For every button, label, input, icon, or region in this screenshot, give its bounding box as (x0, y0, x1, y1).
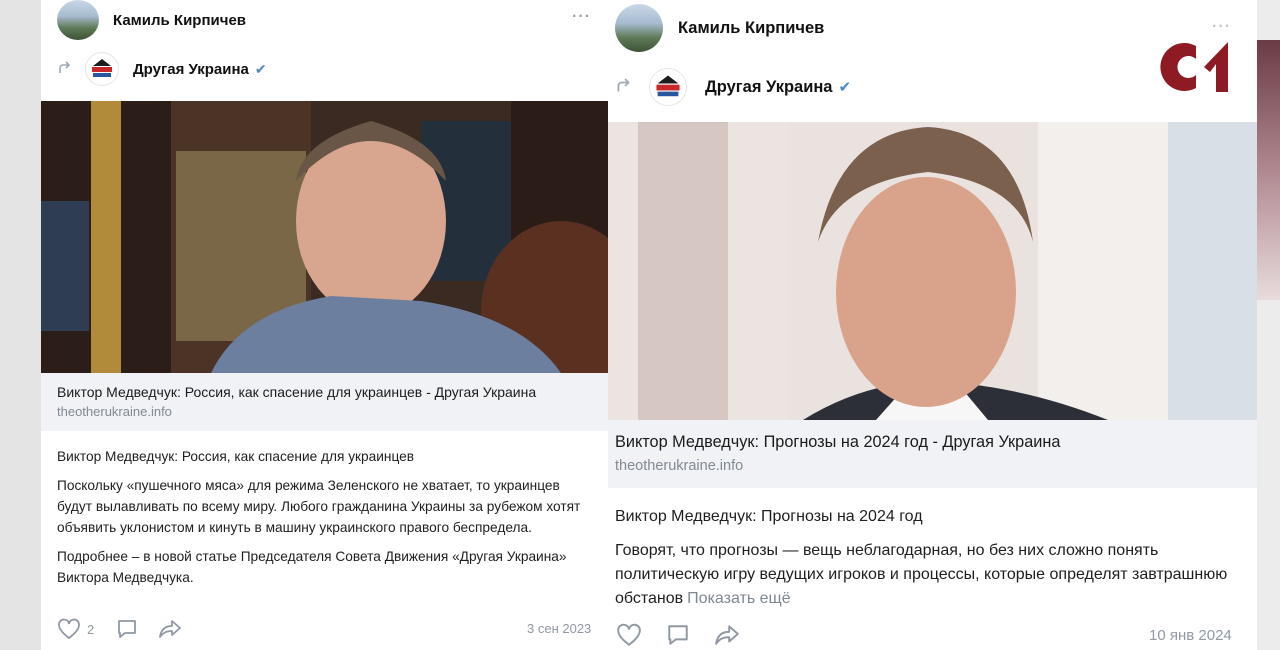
post-card-left: Камиль Кирпичев ··· Другая Украина ✔ Вик… (41, 0, 608, 650)
post-text-body: Поскольку «пушечного мяса» для режима Зе… (57, 478, 581, 535)
ci-brand-logo (1160, 42, 1228, 92)
group-logo-icon (92, 59, 112, 77)
comment-button[interactable] (666, 623, 690, 647)
photo-illustration (608, 122, 1257, 420)
post-text: Виктор Медведчук: Россия, как спасение д… (57, 446, 592, 588)
comment-icon (668, 625, 688, 645)
heart-icon (617, 623, 641, 646)
comment-button[interactable] (116, 618, 138, 640)
post-actions (616, 623, 740, 647)
post-photo[interactable] (41, 101, 608, 373)
link-domain: theotherukraine.info (57, 404, 172, 419)
share-icon (715, 625, 739, 645)
group-name[interactable]: Другая Украина (133, 61, 249, 78)
background-panel-left (0, 0, 41, 650)
group-logo-icon (656, 75, 680, 97)
link-title[interactable]: Виктор Медведчук: Прогнозы на 2024 год -… (615, 433, 1060, 452)
post-text-title: Виктор Медведчук: Россия, как спасение д… (57, 449, 415, 464)
repost-header: Другая Украина ✔ (615, 68, 851, 106)
like-count: 2 (87, 621, 95, 637)
author-name[interactable]: Камиль Кирпичев (113, 12, 246, 29)
show-more-link[interactable]: Показать ещё (687, 590, 790, 607)
repost-arrow-icon (59, 61, 71, 73)
like-button[interactable] (616, 623, 642, 647)
share-button[interactable] (714, 623, 740, 647)
post-text: Виктор Медведчук: Прогнозы на 2024 год Г… (615, 505, 1245, 611)
repost-header: Другая Украина ✔ (57, 52, 267, 86)
author-avatar[interactable] (615, 4, 663, 52)
heart-icon (58, 618, 80, 640)
post-author[interactable]: Камиль Кирпичев (57, 0, 246, 40)
post-text-more: Подробнее – в новой статье Председателя … (57, 549, 567, 585)
comment-icon (118, 620, 137, 638)
verified-check-icon: ✔ (838, 79, 852, 96)
post-date[interactable]: 3 сен 2023 (527, 621, 591, 636)
post-author[interactable]: Камиль Кирпичев (615, 4, 824, 52)
group-logo[interactable] (85, 52, 119, 86)
share-button[interactable] (158, 618, 182, 640)
author-avatar[interactable] (57, 0, 99, 40)
link-domain: theotherukraine.info (615, 458, 744, 474)
post-photo[interactable] (608, 122, 1257, 420)
post-text-title: Виктор Медведчук: Прогнозы на 2024 год (615, 508, 923, 525)
more-options-icon[interactable]: ··· (572, 8, 591, 26)
link-preview[interactable]: Виктор Медведчук: Россия, как спасение д… (41, 373, 608, 431)
post-text-body: Говорят, что прогнозы — вещь неблагодарн… (615, 539, 1245, 611)
group-logo[interactable] (649, 68, 687, 106)
background-panel-right (1257, 40, 1280, 300)
like-button[interactable]: 2 (57, 618, 94, 640)
repost-arrow-icon (617, 78, 630, 92)
post-date[interactable]: 10 янв 2024 (1149, 627, 1232, 644)
post-actions: 2 (57, 618, 182, 640)
photo-illustration (41, 101, 608, 373)
verified-check-icon: ✔ (254, 60, 267, 77)
link-title[interactable]: Виктор Медведчук: Россия, как спасение д… (57, 384, 536, 400)
group-name[interactable]: Другая Украина (705, 78, 833, 97)
author-name[interactable]: Камиль Кирпичев (678, 19, 824, 38)
share-icon (159, 620, 182, 638)
link-preview[interactable]: Виктор Медведчук: Прогнозы на 2024 год -… (608, 420, 1257, 488)
